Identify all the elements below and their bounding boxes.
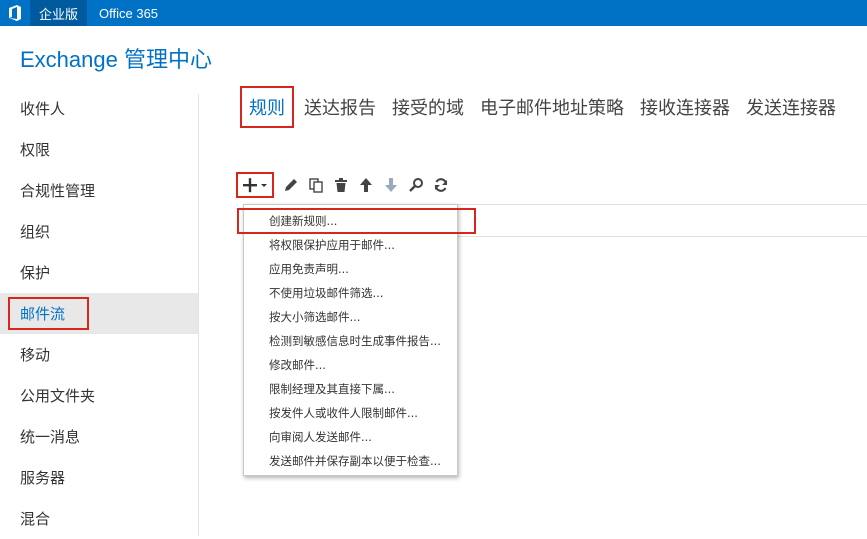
move-up-button[interactable] [353,172,378,198]
sidebar-item-label: 保护 [20,264,51,282]
refresh-button[interactable] [428,172,453,198]
pencil-icon [284,179,297,191]
tab-bar: 规则 送达报告 接受的域 电子邮件地址策略 接收连接器 发送连接器 [240,86,852,128]
sidebar-item-label: 混合 [20,510,51,528]
sidebar-item-label: 组织 [20,223,51,241]
edit-button[interactable] [278,172,303,198]
sidebar-item-unified-messaging[interactable]: 统一消息 [0,416,198,457]
menu-item-restrict-managers[interactable]: 限制经理及其直接下属... [244,377,457,401]
sidebar-item-label: 移动 [20,346,51,364]
tab-email-address-policies[interactable]: 电子邮件地址策略 [480,86,624,128]
menu-item-restrict-by-sender-recipient[interactable]: 按发件人或收件人限制邮件... [244,401,457,425]
trash-icon [334,178,347,192]
delete-button[interactable] [328,172,353,198]
sidebar-item-mail-flow[interactable]: 邮件流 [0,293,198,334]
sidebar-item-label: 邮件流 [7,297,90,330]
menu-item-send-and-keep-copy[interactable]: 发送邮件并保存副本以便于检查... [244,449,457,473]
refresh-icon [434,178,447,192]
arrow-down-icon [384,178,397,192]
sidebar-item-protection[interactable]: 保护 [0,252,198,293]
sidebar-item-label: 统一消息 [20,428,81,446]
menu-item-filter-by-size[interactable]: 按大小筛选邮件... [244,305,457,329]
edition-label[interactable]: 企业版 [30,0,88,26]
new-rule-dropdown-menu: 创建新规则... 将权限保护应用于邮件... 应用免责声明... 不使用垃圾邮件… [237,204,476,476]
menu-item-apply-disclaimer[interactable]: 应用免责声明... [244,257,457,281]
sidebar-item-label: 合规性管理 [20,182,96,200]
sidebar-item-label: 服务器 [20,469,66,487]
sidebar-item-compliance[interactable]: 合规性管理 [0,170,198,211]
plus-icon [243,178,267,193]
tab-delivery-reports[interactable]: 送达报告 [304,86,376,128]
tab-send-connectors[interactable]: 发送连接器 [746,86,836,128]
sidebar-item-label: 公用文件夹 [20,387,96,405]
sidebar-item-permissions[interactable]: 权限 [0,129,198,170]
sidebar-item-label: 权限 [20,141,51,159]
move-down-button[interactable] [378,172,403,198]
search-icon [408,178,423,192]
arrow-up-icon [359,178,372,192]
menu-item-modify-messages[interactable]: 修改邮件... [244,353,457,377]
sidebar-item-organization[interactable]: 组织 [0,211,198,252]
sidebar-item-mobile[interactable]: 移动 [0,334,198,375]
tab-accepted-domains[interactable]: 接受的域 [392,86,464,128]
app-title: Exchange 管理中心 [20,47,212,72]
sidebar-item-label: 收件人 [20,100,66,118]
add-rule-button[interactable] [236,172,274,198]
menu-item-apply-rights-protection[interactable]: 将权限保护应用于邮件... [244,233,457,257]
menu-item-send-to-moderator[interactable]: 向审阅人发送邮件... [244,425,457,449]
office-logo-icon[interactable] [0,0,30,26]
sidebar: 收件人 权限 合规性管理 组织 保护 邮件流 移动 公用文件夹 统一消息 服务器… [0,88,198,539]
sidebar-item-recipients[interactable]: 收件人 [0,88,198,129]
menu-item-create-new-rule[interactable]: 创建新规则... [237,208,476,234]
sidebar-item-servers[interactable]: 服务器 [0,457,198,498]
top-bar: 企业版 Office 365 [0,0,867,26]
copy-icon [308,178,323,193]
toolbar [236,172,453,198]
menu-item-incident-report[interactable]: 检测到敏感信息时生成事件报告... [244,329,457,353]
tab-receive-connectors[interactable]: 接收连接器 [640,86,730,128]
sidebar-item-public-folders[interactable]: 公用文件夹 [0,375,198,416]
sidebar-item-hybrid[interactable]: 混合 [0,498,198,539]
menu-item-bypass-spam-filtering[interactable]: 不使用垃圾邮件筛选... [244,281,457,305]
tab-rules[interactable]: 规则 [240,86,294,128]
search-button[interactable] [403,172,428,198]
sidebar-divider [198,94,199,536]
office365-link[interactable]: Office 365 [87,6,158,21]
copy-button[interactable] [303,172,328,198]
